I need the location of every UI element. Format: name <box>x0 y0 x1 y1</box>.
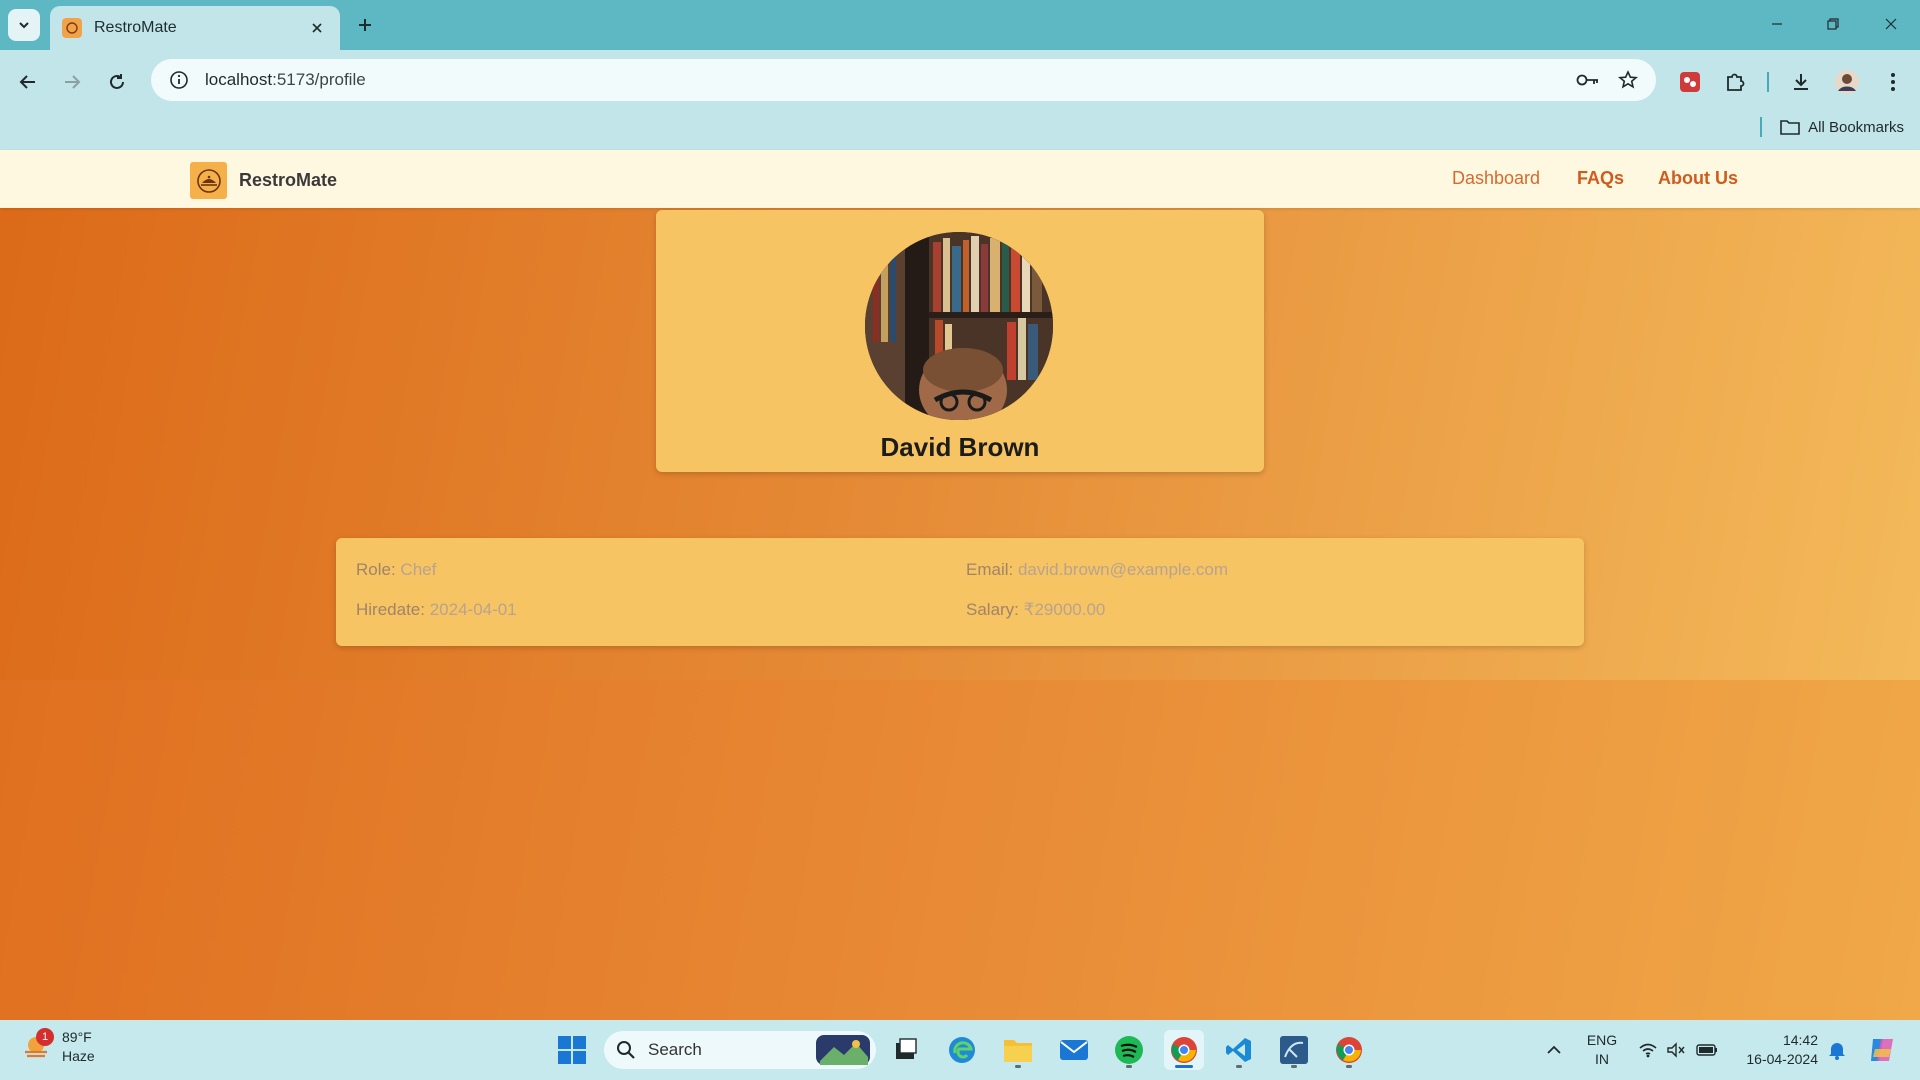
close-window-button[interactable] <box>1866 6 1916 42</box>
windows-start-button[interactable] <box>552 1030 592 1070</box>
salary-field: Salary: ₹29000.00 <box>966 600 1105 620</box>
brand-name: RestroMate <box>239 170 338 190</box>
minimize-button[interactable] <box>1752 6 1802 42</box>
avatar <box>865 232 1053 420</box>
clock-time: 14:42 <box>1782 1032 1818 1048</box>
reload-button[interactable] <box>99 64 135 100</box>
role-label: Role: <box>356 560 396 579</box>
site-info-icon[interactable] <box>159 59 199 101</box>
spotify-icon[interactable] <box>1109 1030 1149 1070</box>
search-highlight-icon <box>816 1035 870 1065</box>
restromate-logo-icon <box>190 162 227 199</box>
sql-workbench-icon[interactable] <box>1274 1030 1314 1070</box>
windows-logo-icon <box>558 1036 586 1064</box>
notification-bell-icon[interactable] <box>1824 1030 1850 1070</box>
nav-faqs-link[interactable]: FAQs <box>1577 168 1624 189</box>
volume-muted-icon[interactable] <box>1664 1030 1688 1070</box>
chrome-profile-icon[interactable] <box>1164 1030 1204 1070</box>
chevron-down-icon <box>19 22 29 29</box>
browser-tab[interactable]: RestroMate <box>50 6 340 50</box>
favicon-icon <box>62 18 82 38</box>
edge-browser-icon[interactable] <box>942 1030 982 1070</box>
download-icon[interactable] <box>1783 64 1819 100</box>
forward-button[interactable] <box>54 64 90 100</box>
copilot-icon[interactable] <box>1862 1030 1902 1070</box>
extension-icon[interactable] <box>1672 64 1708 100</box>
profile-card: David Brown <box>656 210 1264 472</box>
toolbar-separator <box>1767 72 1769 92</box>
tab-close-icon[interactable] <box>306 17 328 39</box>
profile-avatar-icon[interactable] <box>1829 64 1865 100</box>
salary-label: Salary: <box>966 600 1019 619</box>
nav-about-link[interactable]: About Us <box>1658 168 1738 189</box>
chrome-icon[interactable] <box>1329 1030 1369 1070</box>
bookmarks-bar: All Bookmarks <box>1760 114 1904 140</box>
tab-title: RestroMate <box>94 19 177 36</box>
close-icon <box>1885 18 1897 30</box>
taskbar-search[interactable]: Search <box>604 1031 876 1069</box>
file-explorer-icon[interactable] <box>998 1030 1038 1070</box>
bookmark-star-icon[interactable] <box>1608 59 1648 101</box>
mail-icon[interactable] <box>1054 1030 1094 1070</box>
arrow-right-icon <box>65 75 81 89</box>
task-view-icon[interactable] <box>886 1030 926 1070</box>
url-text: localhost:5173/profile <box>205 70 366 89</box>
vscode-icon[interactable] <box>1219 1030 1259 1070</box>
back-button[interactable] <box>10 64 46 100</box>
hiredate-value: 2024-04-01 <box>429 600 517 619</box>
weather-haze-icon: 1 <box>22 1028 54 1062</box>
plus-icon <box>359 19 371 31</box>
arrow-left-icon <box>19 75 35 89</box>
salary-value: ₹29000.00 <box>1023 600 1106 619</box>
language-indicator[interactable]: ENG IN <box>1582 1031 1622 1069</box>
email-label: Email: <box>966 560 1014 579</box>
all-bookmarks-link[interactable]: All Bookmarks <box>1808 119 1904 136</box>
hiredate-field: Hiredate: 2024-04-01 <box>356 600 517 620</box>
role-field: Role: Chef <box>356 560 436 580</box>
puzzle-icon[interactable] <box>1717 64 1753 100</box>
search-label: Search <box>648 1040 702 1059</box>
details-card: Role: Chef Email: david.brown@example.co… <box>336 538 1584 646</box>
search-icon <box>617 1041 635 1059</box>
profile-name: David Brown <box>880 432 1040 462</box>
password-key-icon[interactable] <box>1568 59 1608 101</box>
restore-icon <box>1827 18 1839 30</box>
weather-badge: 1 <box>36 1028 54 1046</box>
show-hidden-icons-chevron-up-icon[interactable] <box>1543 1030 1565 1070</box>
email-field: Email: david.brown@example.com <box>966 560 1228 580</box>
wifi-icon[interactable] <box>1636 1030 1660 1070</box>
browser-toolbar: localhost:5173/profile All Bookmarks <box>0 50 1920 150</box>
folder-icon <box>1780 120 1800 135</box>
restore-button[interactable] <box>1808 6 1858 42</box>
battery-icon[interactable] <box>1694 1030 1720 1070</box>
hiredate-label: Hiredate: <box>356 600 425 619</box>
weather-temp: 89°F <box>62 1029 92 1045</box>
address-bar[interactable]: localhost:5173/profile <box>151 59 1656 101</box>
clock-date: 16-04-2024 <box>1746 1051 1818 1067</box>
weather-widget[interactable]: 1 89°F Haze <box>22 1028 95 1066</box>
browser-tab-strip: RestroMate <box>0 0 1920 50</box>
taskbar: 1 89°F Haze Search ENG IN 14:42 16-04-20… <box>0 1020 1920 1080</box>
role-value: Chef <box>400 560 437 579</box>
email-value: david.brown@example.com <box>1017 560 1228 579</box>
more-menu-icon[interactable] <box>1875 64 1911 100</box>
new-tab-button[interactable] <box>352 12 378 38</box>
reload-icon <box>110 74 124 89</box>
weather-desc: Haze <box>62 1048 95 1064</box>
minimize-icon <box>1772 23 1782 25</box>
nav-dashboard-link[interactable]: Dashboard <box>1452 168 1540 189</box>
page-background: RestroMate Dashboard FAQs About Us David… <box>0 150 1920 1020</box>
clock[interactable]: 14:42 16-04-2024 <box>1730 1031 1818 1069</box>
brand[interactable]: RestroMate <box>190 162 337 199</box>
app-navbar: RestroMate Dashboard FAQs About Us <box>0 150 1920 208</box>
tab-search-button[interactable] <box>8 9 40 41</box>
